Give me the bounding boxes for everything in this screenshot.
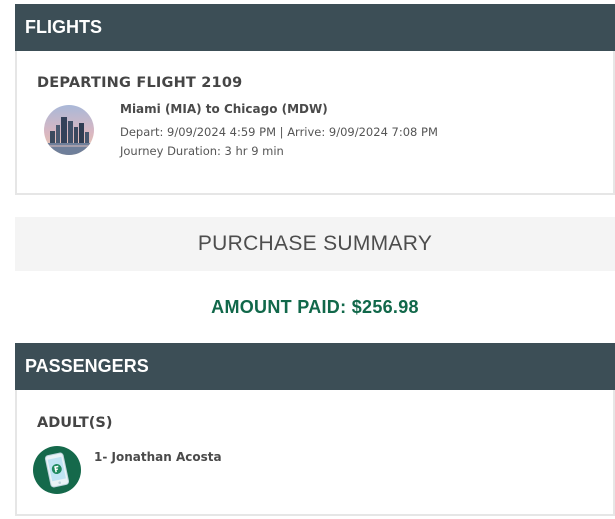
- flights-header: FLIGHTS: [15, 4, 615, 51]
- flight-card: DEPARTING FLIGHT 2109 Miami (MIA) to Chi…: [15, 51, 615, 195]
- adults-label: ADULT(S): [37, 415, 113, 431]
- passenger-name: 1- Jonathan Acosta: [94, 450, 222, 464]
- city-skyline-icon: [44, 105, 94, 155]
- purchase-summary-title: PURCHASE SUMMARY: [15, 217, 615, 271]
- confirmation-page: FLIGHTS DEPARTING FLIGHT 2109 Miami (MIA…: [15, 4, 615, 516]
- flight-times: Depart: 9/09/2024 4:59 PM | Arrive: 9/09…: [120, 125, 438, 139]
- journey-duration: Journey Duration: 3 hr 9 min: [120, 144, 284, 158]
- departing-flight-title: DEPARTING FLIGHT 2109: [37, 75, 243, 91]
- flight-route: Miami (MIA) to Chicago (MDW): [120, 102, 328, 116]
- amount-paid: AMOUNT PAID: $256.98: [211, 297, 419, 317]
- passengers-card: ADULT(S) 1- Jonathan Acosta: [15, 390, 615, 516]
- mobile-phone-icon: [33, 446, 81, 494]
- passengers-header: PASSENGERS: [15, 343, 615, 390]
